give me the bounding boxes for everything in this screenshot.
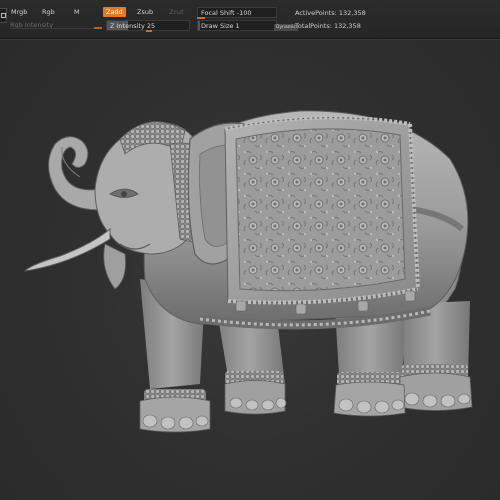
draw-size-fill — [198, 21, 200, 30]
zsub-button[interactable]: Zsub — [134, 7, 156, 17]
active-points-readout: ActivePoints: 132,358 — [295, 9, 366, 17]
rgb-button[interactable]: Rgb — [39, 7, 58, 17]
mrgb-button[interactable]: Mrgb — [8, 7, 30, 17]
rgb-intensity-marker — [94, 27, 102, 29]
document-canvas[interactable] — [0, 39, 500, 500]
focal-shift-text: Focal Shift -100 — [201, 9, 252, 17]
square-icon — [1, 13, 6, 18]
zadd-button[interactable]: Zadd — [103, 7, 126, 17]
zbrush-window: Mrgb Rgb M Rgb Intensity Zadd Zsub Zcut … — [0, 0, 500, 500]
rgb-intensity-track — [10, 28, 94, 29]
left-edge-button[interactable] — [0, 8, 7, 23]
zcut-button[interactable]: Zcut — [166, 7, 187, 17]
z-intensity-marker — [146, 30, 152, 32]
draw-size-slider[interactable]: Draw Size 1 — [197, 20, 277, 31]
top-shelf-toolbar: Mrgb Rgb M Rgb Intensity Zadd Zsub Zcut … — [0, 0, 500, 39]
elephant-sculpt-icon — [23, 110, 473, 433]
total-points-readout: TotalPoints: 132,358 — [295, 22, 361, 30]
focal-shift-slider[interactable]: Focal Shift -100 — [197, 7, 277, 18]
z-intensity-text: Z Intensity 25 — [110, 22, 156, 30]
focal-shift-marker — [197, 17, 205, 19]
draw-size-text: Draw Size 1 — [201, 22, 240, 30]
m-button[interactable]: M — [71, 7, 83, 17]
